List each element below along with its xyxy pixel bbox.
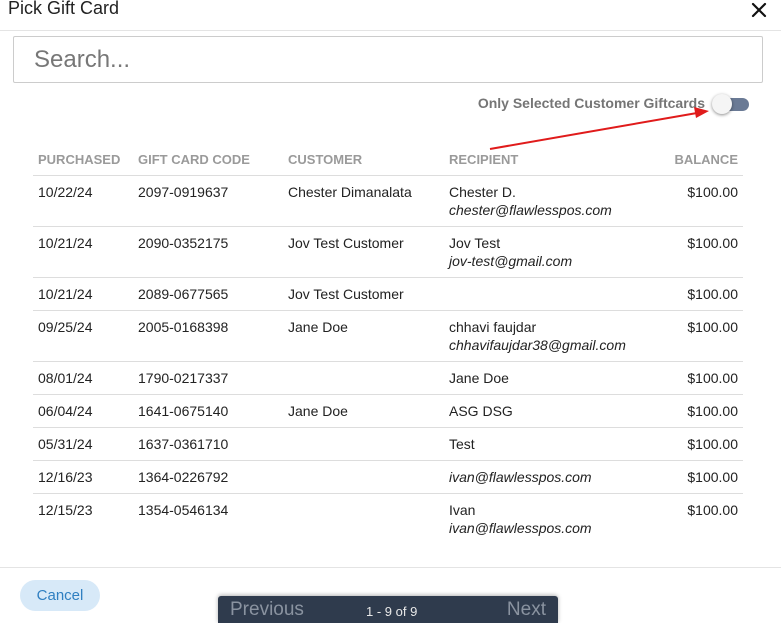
- cell-balance: $100.00: [644, 427, 743, 461]
- cell-purchased: 10/21/24: [33, 226, 133, 278]
- gift-card-table: PURCHASED GIFT CARD CODE CUSTOMER RECIPI…: [33, 145, 743, 544]
- cell-code: 2005-0168398: [133, 310, 283, 362]
- cell-balance: $100.00: [644, 394, 743, 428]
- table-row[interactable]: 10/21/24 2090-0352175 Jov Test Customer …: [33, 226, 743, 278]
- cell-balance: $100.00: [644, 310, 743, 362]
- modal-title: Pick Gift Card: [8, 0, 120, 18]
- cell-purchased: 12/16/23: [33, 460, 133, 494]
- pagination-bar: Previous 1 - 9 of 9 Next: [218, 596, 558, 623]
- cell-code: 1637-0361710: [133, 427, 283, 461]
- toggle-knob: [712, 94, 732, 114]
- header-customer[interactable]: CUSTOMER: [283, 145, 444, 176]
- recipient-name: Test: [449, 435, 475, 452]
- page-info: 1 - 9 of 9: [366, 604, 418, 619]
- cell-recipient: Ivan ivan@flawlesspos.com: [444, 493, 644, 544]
- table-row[interactable]: 12/15/23 1354-0546134 Ivan ivan@flawlessp…: [33, 493, 743, 544]
- cancel-button[interactable]: Cancel: [20, 580, 100, 611]
- cell-customer: Jane Doe: [283, 310, 444, 362]
- cell-balance: $100.00: [644, 175, 743, 227]
- header-purchased[interactable]: PURCHASED: [33, 145, 133, 176]
- selected-customer-toggle[interactable]: [712, 94, 749, 114]
- cell-code: 1641-0675140: [133, 394, 283, 428]
- search-input[interactable]: [13, 36, 763, 83]
- cell-code: 2089-0677565: [133, 277, 283, 311]
- cell-customer: Chester Dimanalata: [283, 175, 444, 227]
- cell-code: 2097-0919637: [133, 175, 283, 227]
- cell-purchased: 10/22/24: [33, 175, 133, 227]
- table-header-row: PURCHASED GIFT CARD CODE CUSTOMER RECIPI…: [33, 145, 743, 176]
- recipient-name: Chester D.: [449, 183, 516, 200]
- next-page-button[interactable]: Next: [507, 599, 546, 621]
- previous-page-button[interactable]: Previous: [230, 599, 304, 621]
- cell-purchased: 10/21/24: [33, 277, 133, 311]
- cell-balance: $100.00: [644, 460, 743, 494]
- header-gift-card-code[interactable]: GIFT CARD CODE: [133, 145, 283, 176]
- recipient-email: ivan@flawlesspos.com: [449, 519, 592, 536]
- cell-customer: [283, 493, 444, 544]
- cell-recipient: [444, 277, 644, 311]
- recipient-name: Jov Test: [449, 234, 501, 251]
- table-row[interactable]: 06/04/24 1641-0675140 Jane Doe ASG DSG $…: [33, 394, 743, 428]
- cell-recipient: ASG DSG: [444, 394, 644, 428]
- recipient-email: chester@flawlesspos.com: [449, 201, 612, 218]
- cell-balance: $100.00: [644, 277, 743, 311]
- cell-customer: [283, 361, 444, 395]
- cell-purchased: 08/01/24: [33, 361, 133, 395]
- recipient-email: chhavifaujdar38@gmail.com: [449, 336, 626, 353]
- table-row[interactable]: 10/21/24 2089-0677565 Jov Test Customer …: [33, 277, 743, 311]
- modal-header: Pick Gift Card: [0, 0, 781, 31]
- toggle-label: Only Selected Customer Giftcards: [477, 95, 705, 111]
- table-row[interactable]: 12/16/23 1364-0226792 ivan@flawlesspos.c…: [33, 460, 743, 494]
- cell-code: 1354-0546134: [138, 501, 229, 518]
- cell-recipient: Jov Test jov-test@gmail.com: [444, 226, 644, 278]
- close-button[interactable]: [749, 0, 769, 20]
- cell-balance: $100.00: [687, 501, 738, 518]
- cell-purchased: 09/25/24: [33, 310, 133, 362]
- cell-customer: Jov Test Customer: [283, 226, 444, 278]
- recipient-email: ivan@flawlesspos.com: [449, 468, 592, 485]
- table-row[interactable]: 08/01/24 1790-0217337 Jane Doe $100.00: [33, 361, 743, 395]
- cell-customer: Jane Doe: [283, 394, 444, 428]
- cell-recipient: Chester D. chester@flawlesspos.com: [444, 175, 644, 227]
- cell-recipient: ivan@flawlesspos.com: [444, 460, 644, 494]
- cell-customer: [283, 427, 444, 461]
- recipient-email: jov-test@gmail.com: [449, 252, 573, 269]
- recipient-name: chhavi faujdar: [449, 318, 537, 335]
- cell-balance: $100.00: [644, 361, 743, 395]
- cell-purchased: 05/31/24: [33, 427, 133, 461]
- close-icon: [751, 2, 767, 18]
- footer-divider: [0, 567, 781, 568]
- table-row[interactable]: 05/31/24 1637-0361710 Test $100.00: [33, 427, 743, 461]
- table-row[interactable]: 10/22/24 2097-0919637 Chester Dimanalata…: [33, 175, 743, 227]
- cell-recipient: Jane Doe: [444, 361, 644, 395]
- cell-purchased: 06/04/24: [33, 394, 133, 428]
- table-row[interactable]: 09/25/24 2005-0168398 Jane Doe chhavi fa…: [33, 310, 743, 362]
- cell-recipient: chhavi faujdar chhavifaujdar38@gmail.com: [444, 310, 644, 362]
- cell-purchased: 12/15/23: [38, 501, 93, 518]
- cell-code: 1364-0226792: [133, 460, 283, 494]
- cell-customer: Jov Test Customer: [283, 277, 444, 311]
- cell-code: 1790-0217337: [133, 361, 283, 395]
- cell-code: 2090-0352175: [133, 226, 283, 278]
- cell-recipient: Test: [444, 427, 644, 461]
- recipient-name: Ivan: [449, 501, 476, 518]
- header-balance[interactable]: BALANCE: [644, 145, 743, 176]
- recipient-name: ASG DSG: [449, 402, 513, 419]
- cell-balance: $100.00: [644, 226, 743, 278]
- header-recipient[interactable]: RECIPIENT: [444, 145, 644, 176]
- cell-customer: [283, 460, 444, 494]
- recipient-name: Jane Doe: [449, 369, 509, 386]
